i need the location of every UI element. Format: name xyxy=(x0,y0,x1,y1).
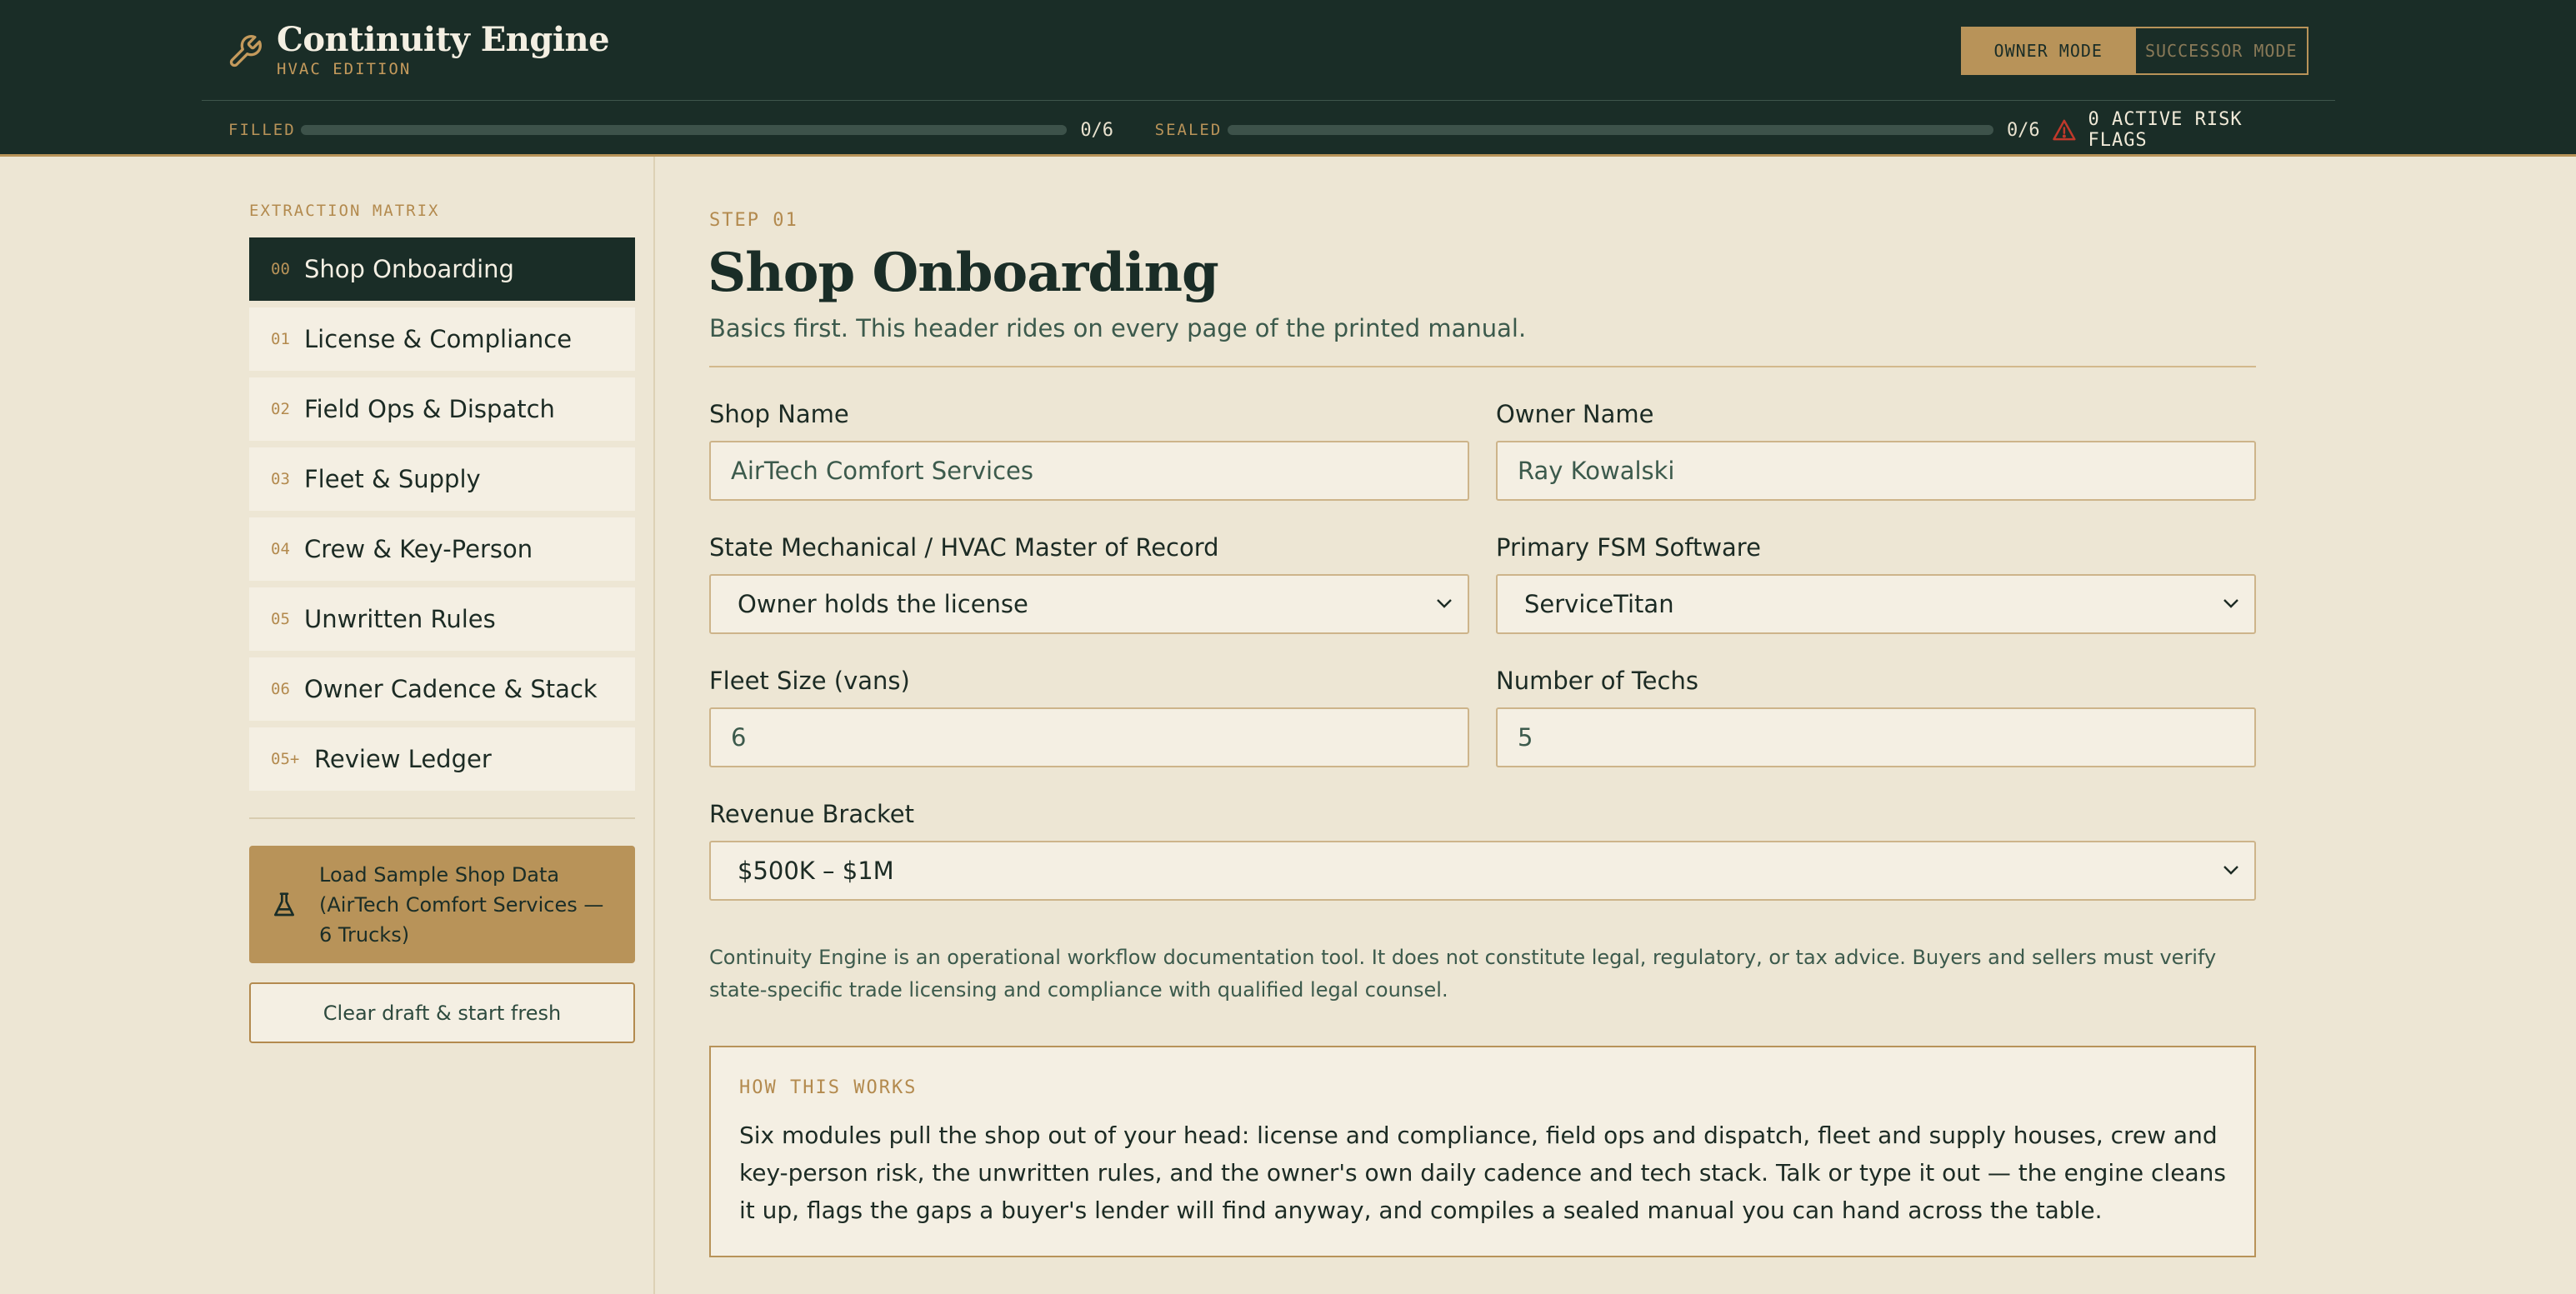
page-subtitle: Basics first. This header rides on every… xyxy=(709,314,1527,342)
nav-item-number: 03 xyxy=(271,470,290,488)
filled-count: 0/6 xyxy=(1080,119,1114,141)
sealed-count: 0/6 xyxy=(2006,119,2040,141)
nav-item-number: 04 xyxy=(271,540,290,558)
filled-progress-bar xyxy=(301,125,1068,135)
fsm-software-value: ServiceTitan xyxy=(1524,590,1674,618)
license-holder-select[interactable]: Owner holds the license xyxy=(709,574,1469,634)
nav-item-license-compliance[interactable]: 01 License & Compliance xyxy=(249,307,635,371)
chevron-down-icon xyxy=(2223,599,2238,608)
license-holder-value: Owner holds the license xyxy=(738,590,1028,618)
how-this-works-panel: HOW THIS WORKS Six modules pull the shop… xyxy=(709,1046,2256,1257)
nav-item-number: 05+ xyxy=(271,750,300,768)
num-techs-label: Number of Techs xyxy=(1496,667,1698,695)
successor-mode-button[interactable]: SUCCESSOR MODE xyxy=(2133,28,2308,73)
nav-item-field-ops-dispatch[interactable]: 02 Field Ops & Dispatch xyxy=(249,377,635,441)
app-title: Continuity Engine xyxy=(277,20,610,59)
sidebar-divider xyxy=(653,157,655,1294)
warning-triangle-icon xyxy=(2052,119,2076,141)
nav-item-label: Crew & Key-Person xyxy=(304,535,533,563)
nav-item-review-ledger[interactable]: 05+ Review Ledger xyxy=(249,727,635,791)
nav-item-number: 02 xyxy=(271,400,290,418)
brand: Continuity Engine HVAC EDITION xyxy=(227,18,610,78)
nav-item-crew-key-person[interactable]: 04 Crew & Key-Person xyxy=(249,517,635,581)
risk-flags[interactable]: 0 ACTIVE RISK FLAGS xyxy=(2052,109,2312,151)
nav-item-shop-onboarding[interactable]: 00 Shop Onboarding xyxy=(249,237,635,301)
module-nav: 00 Shop Onboarding 01 License & Complian… xyxy=(249,237,635,797)
fsm-software-select[interactable]: ServiceTitan xyxy=(1496,574,2256,634)
revenue-bracket-value: $500K – $1M xyxy=(738,857,894,885)
num-techs-input[interactable]: 5 xyxy=(1496,707,2256,767)
filled-label: FILLED xyxy=(228,121,296,139)
header-divider xyxy=(202,100,2335,101)
nav-item-number: 01 xyxy=(271,330,290,348)
nav-item-label: License & Compliance xyxy=(304,325,573,353)
sealed-label: SEALED xyxy=(1154,121,1223,139)
nav-item-number: 05 xyxy=(271,610,290,628)
risk-flags-text: 0 ACTIVE RISK FLAGS xyxy=(2088,109,2243,151)
sealed-progress-bar xyxy=(1227,125,1993,135)
clear-draft-button[interactable]: Clear draft & start fresh xyxy=(249,982,635,1043)
nav-item-label: Field Ops & Dispatch xyxy=(304,395,555,423)
nav-item-fleet-supply[interactable]: 03 Fleet & Supply xyxy=(249,447,635,511)
revenue-bracket-select[interactable]: $500K – $1M xyxy=(709,841,2256,901)
sidebar-rule xyxy=(249,817,635,819)
chevron-down-icon xyxy=(2223,866,2238,875)
extraction-matrix-label: EXTRACTION MATRIX xyxy=(249,202,440,220)
nav-item-label: Review Ledger xyxy=(314,745,492,773)
fleet-size-label: Fleet Size (vans) xyxy=(709,667,910,695)
wrench-icon xyxy=(229,35,262,67)
owner-mode-button[interactable]: OWNER MODE xyxy=(1963,28,2134,73)
how-this-works-title: HOW THIS WORKS xyxy=(739,1077,918,1098)
step-label: STEP 01 xyxy=(709,210,798,231)
fleet-size-input[interactable]: 6 xyxy=(709,707,1469,767)
how-this-works-body: Six modules pull the shop out of your he… xyxy=(739,1122,2226,1224)
nav-item-label: Shop Onboarding xyxy=(304,255,514,283)
owner-name-input[interactable]: Ray Kowalski xyxy=(1496,441,2256,501)
nav-item-label: Unwritten Rules xyxy=(304,605,496,633)
legal-disclaimer: Continuity Engine is an operational work… xyxy=(709,946,2217,1002)
title-divider xyxy=(709,366,2256,367)
mode-switch: OWNER MODE SUCCESSOR MODE xyxy=(1961,27,2308,75)
nav-item-unwritten-rules[interactable]: 05 Unwritten Rules xyxy=(249,587,635,651)
load-sample-data-button[interactable]: Load Sample Shop Data (AirTech Comfort S… xyxy=(249,846,635,963)
nav-item-label: Owner Cadence & Stack xyxy=(304,675,598,703)
app-edition: HVAC EDITION xyxy=(277,60,412,78)
owner-name-label: Owner Name xyxy=(1496,400,1654,428)
shop-name-input[interactable]: AirTech Comfort Services xyxy=(709,441,1469,501)
top-header: Continuity Engine HVAC EDITION OWNER MOD… xyxy=(0,0,2576,157)
nav-item-number: 06 xyxy=(271,680,290,698)
chevron-down-icon xyxy=(1437,599,1452,608)
shop-name-label: Shop Name xyxy=(709,400,849,428)
nav-item-number: 00 xyxy=(271,260,290,278)
nav-item-owner-cadence-stack[interactable]: 06 Owner Cadence & Stack xyxy=(249,657,635,721)
page-title: Shop Onboarding xyxy=(708,242,1219,304)
revenue-bracket-label: Revenue Bracket xyxy=(709,800,915,828)
flask-icon xyxy=(274,892,294,916)
progress-row: FILLED 0/6 SEALED 0/6 0 ACTIVE RISK FLAG… xyxy=(228,109,2312,151)
fsm-software-label: Primary FSM Software xyxy=(1496,533,1761,562)
nav-item-label: Fleet & Supply xyxy=(304,465,481,493)
load-sample-data-label: Load Sample Shop Data (AirTech Comfort S… xyxy=(319,862,604,947)
license-holder-label: State Mechanical / HVAC Master of Record xyxy=(709,533,1219,562)
